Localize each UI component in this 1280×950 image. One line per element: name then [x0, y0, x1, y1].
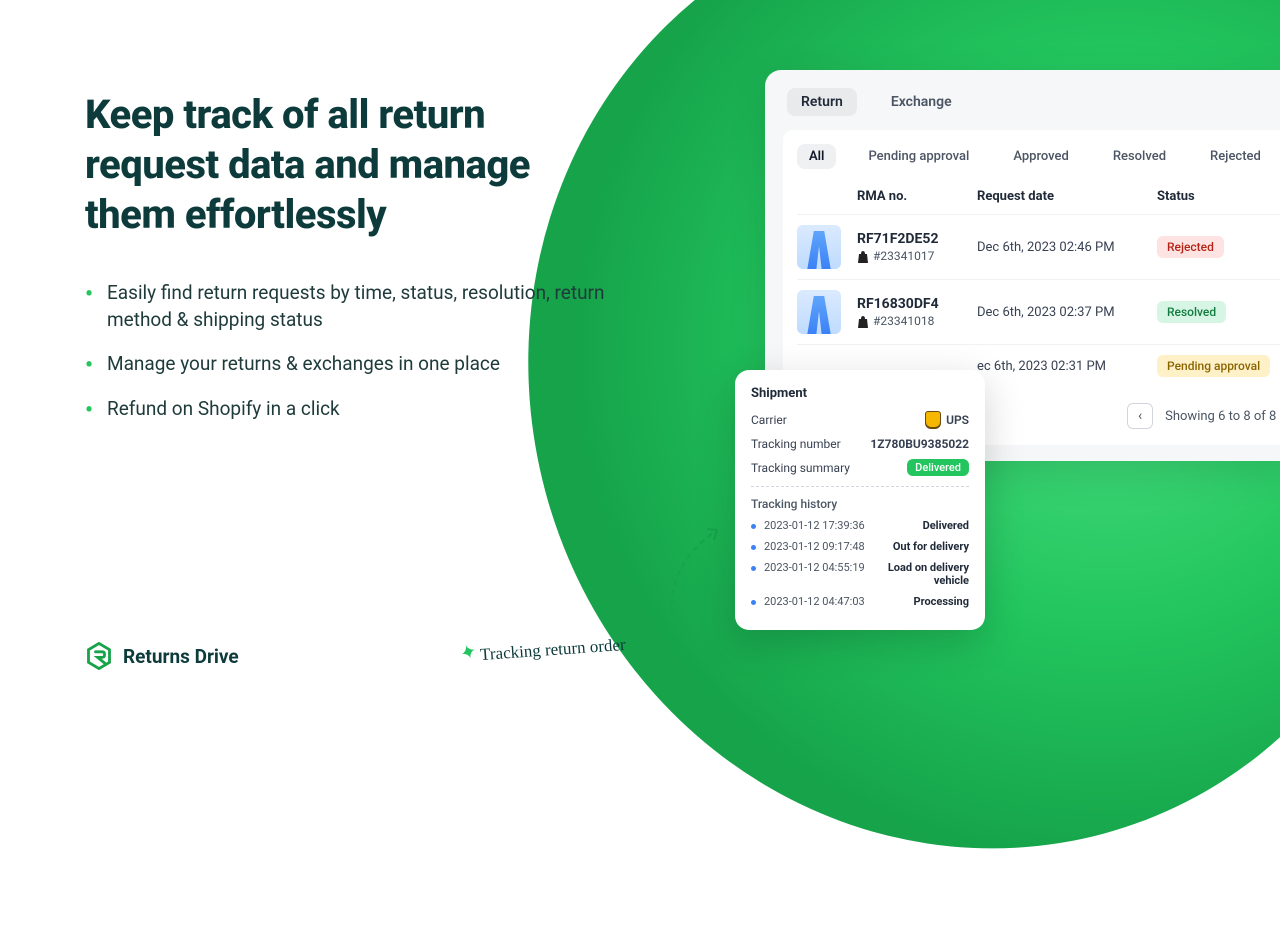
status-badge: Rejected — [1157, 236, 1224, 258]
carrier-label: Carrier — [751, 413, 787, 427]
request-date: ec 6th, 2023 02:31 PM — [977, 359, 1157, 374]
shopify-bag-icon — [857, 250, 869, 263]
ups-logo-icon — [925, 411, 941, 429]
tracking-number-label: Tracking number — [751, 437, 841, 451]
tracking-history-row: 2023-01-12 04:47:03 Processing — [751, 595, 969, 608]
col-header-status: Status — [1157, 189, 1280, 204]
filter-pending[interactable]: Pending approval — [856, 144, 981, 169]
shipment-title: Shipment — [751, 386, 969, 401]
tab-return[interactable]: Return — [787, 88, 857, 116]
shipment-card: Shipment Carrier UPS Tracking number 1Z7… — [735, 370, 985, 630]
product-thumb — [797, 225, 841, 269]
filter-all[interactable]: All — [797, 144, 836, 169]
col-header-rma: RMA no. — [857, 189, 977, 204]
pagination-text: Showing 6 to 8 of 8 o — [1165, 409, 1280, 424]
brand-name: Returns Drive — [123, 645, 239, 668]
product-thumb — [797, 290, 841, 334]
filter-rejected[interactable]: Rejected — [1198, 144, 1273, 169]
tracking-summary-badge: Delivered — [907, 459, 969, 476]
page-prev-button[interactable]: ‹ — [1127, 403, 1153, 429]
filter-approved[interactable]: Approved — [1001, 144, 1081, 169]
filter-resolved[interactable]: Resolved — [1101, 144, 1178, 169]
brand-logo-icon — [85, 642, 113, 670]
bullet-item: Easily find return requests by time, sta… — [85, 280, 620, 333]
table-row[interactable]: RF71F2DE52 #23341017 Dec 6th, 2023 02:46… — [797, 214, 1280, 279]
tracking-number-value: 1Z780BU9385022 — [870, 437, 969, 451]
shopify-bag-icon — [857, 315, 869, 328]
bullet-item: Manage your returns & exchanges in one p… — [85, 351, 620, 378]
tracking-history-title: Tracking history — [751, 497, 969, 511]
table-row[interactable]: RF16830DF4 #23341018 Dec 6th, 2023 02:37… — [797, 279, 1280, 344]
request-date: Dec 6th, 2023 02:37 PM — [977, 305, 1157, 320]
feature-bullets: Easily find return requests by time, sta… — [85, 280, 620, 440]
status-badge: Pending approval — [1157, 355, 1270, 377]
headline: Keep track of all return request data an… — [85, 90, 620, 240]
bullet-item: Refund on Shopify in a click — [85, 396, 620, 423]
request-date: Dec 6th, 2023 02:46 PM — [977, 240, 1157, 255]
col-header-date: Request date — [977, 189, 1157, 204]
order-number: #23341017 — [873, 249, 934, 263]
tab-exchange[interactable]: Exchange — [877, 88, 966, 116]
rma-number: RF71F2DE52 — [857, 231, 977, 247]
tracking-history-row: 2023-01-12 09:17:48 Out for delivery — [751, 540, 969, 553]
carrier-value: UPS — [925, 411, 969, 429]
table-header: RMA no. Request date Status — [797, 183, 1280, 214]
tracking-summary-label: Tracking summary — [751, 461, 850, 475]
tracking-history-row: 2023-01-12 17:39:36 Delivered — [751, 519, 969, 532]
annotation-arrow-icon — [662, 515, 732, 625]
tracking-history-row: 2023-01-12 04:55:19 Load on delivery veh… — [751, 561, 969, 587]
status-badge: Resolved — [1157, 301, 1226, 323]
rma-number: RF16830DF4 — [857, 296, 977, 312]
order-number: #23341018 — [873, 314, 934, 328]
